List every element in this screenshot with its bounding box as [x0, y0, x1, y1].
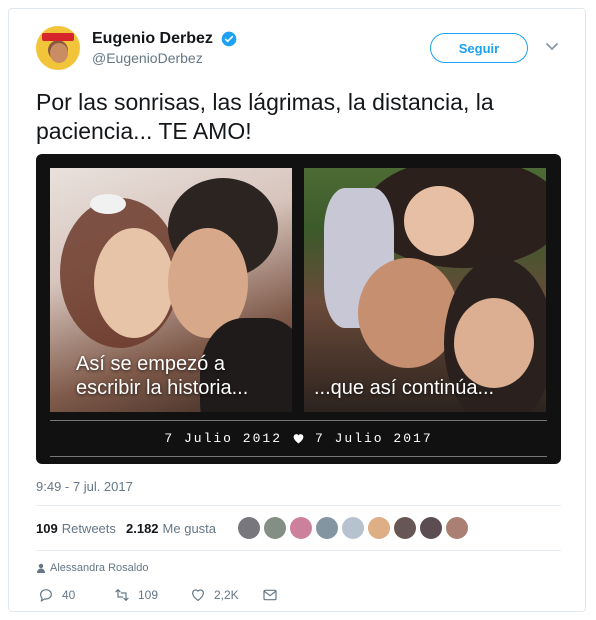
reply-icon	[40, 589, 52, 602]
reply-count: 40	[62, 588, 76, 602]
retweet-icon	[115, 589, 129, 601]
chevron-down-icon[interactable]	[546, 42, 558, 52]
liker-avatar[interactable]	[368, 517, 390, 539]
liker-avatar[interactable]	[446, 517, 468, 539]
stats-divider-top	[36, 505, 561, 506]
reply-context-name: Alessandra Rosaldo	[50, 562, 149, 574]
reply-action[interactable]: 40	[38, 587, 75, 603]
retweet-action[interactable]: 109	[114, 587, 158, 603]
heart-outline-icon	[192, 589, 204, 601]
stats-divider-bottom	[36, 550, 561, 551]
likes-stat[interactable]: 2.182 Me gusta	[126, 521, 216, 536]
divider-bottom	[50, 456, 547, 457]
avatar-face	[50, 43, 68, 63]
avatar-band	[42, 33, 74, 41]
tweet-timestamp[interactable]: 9:49 - 7 jul. 2017	[36, 479, 133, 494]
date-right: 7 Julio 2017	[315, 430, 433, 446]
display-name[interactable]: Eugenio Derbez	[92, 30, 213, 48]
liker-avatar[interactable]	[238, 517, 260, 539]
follow-button[interactable]: Seguir	[430, 33, 528, 63]
avatar[interactable]	[36, 26, 80, 70]
heart-icon	[293, 434, 304, 444]
like-count: 2,2K	[214, 588, 239, 602]
retweets-count: 109	[36, 521, 58, 536]
likes-label: Me gusta	[162, 521, 217, 536]
liker-avatar[interactable]	[264, 517, 286, 539]
liker-avatar[interactable]	[290, 517, 312, 539]
retweet-count: 109	[138, 588, 159, 602]
caption-right: ...que así continúa...	[314, 377, 495, 399]
user-handle[interactable]: @EugenioDerbez	[92, 50, 203, 66]
direct-message-action[interactable]	[262, 587, 278, 603]
liker-avatar[interactable]	[316, 517, 338, 539]
liker-avatars[interactable]	[238, 517, 478, 541]
retweets-label: Retweets	[61, 521, 116, 536]
reply-context[interactable]: Alessandra Rosaldo	[36, 562, 148, 574]
caption-left: Así se empezó a escribir la historia...	[76, 353, 249, 399]
liker-avatar[interactable]	[342, 517, 364, 539]
liker-avatar[interactable]	[394, 517, 416, 539]
retweets-stat[interactable]: 109 Retweets	[36, 521, 116, 536]
divider-top	[50, 420, 547, 421]
verified-badge-icon	[221, 31, 237, 47]
dateline: 7 Julio 2012 7 Julio 2017	[36, 428, 561, 448]
date-left: 7 Julio 2012	[164, 430, 282, 446]
likes-count: 2.182	[126, 521, 159, 536]
envelope-icon	[263, 589, 277, 601]
tweet-text: Por las sonrisas, las lágrimas, la dista…	[36, 89, 494, 144]
tweet-media-image[interactable]: Así se empezó a escribir la historia... …	[36, 154, 561, 464]
person-icon	[37, 563, 45, 573]
liker-avatar[interactable]	[420, 517, 442, 539]
like-action[interactable]: 2,2K	[190, 587, 239, 603]
